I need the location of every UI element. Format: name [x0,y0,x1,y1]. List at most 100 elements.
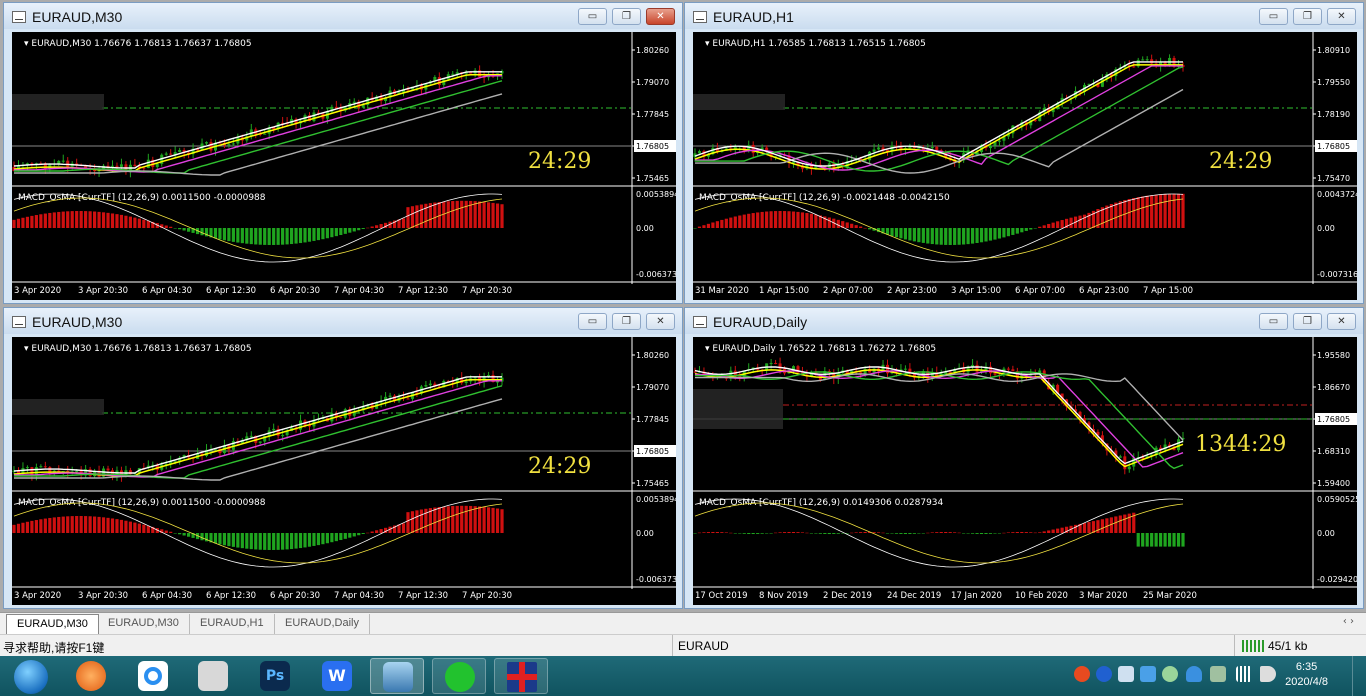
taskbar-app-1[interactable] [64,658,118,694]
candle-body [697,151,701,154]
taskbar-app-2[interactable] [126,658,180,694]
tray-wechat-icon[interactable] [1162,666,1178,682]
window-titlebar[interactable]: EURAUD,M30 ▭ ❐ ✕ [4,308,682,334]
tab-scroll-arrows[interactable]: ‹ › [1343,616,1354,627]
taskbar-wechat[interactable] [432,658,486,694]
tab-euraud-m30-2[interactable]: EURAUD,M30 [98,614,190,634]
restore-button[interactable]: ❐ [612,313,641,330]
close-button[interactable]: ✕ [1327,8,1356,25]
macd-histogram-bar [128,216,133,228]
price-axis-label: 1.80260 [636,46,669,55]
bar-timer-text: 24:29 [1209,149,1272,174]
candle-body [769,362,773,364]
close-button[interactable]: ✕ [646,313,675,330]
candle-body [119,164,123,167]
taskbar-uk-flag-app[interactable] [494,658,548,694]
macd-histogram-bar [1172,533,1176,547]
window-title: EURAUD,M30 [32,9,123,25]
minimize-button[interactable]: ▭ [1259,313,1288,330]
chart-header-text: ▾ EURAUD,M30 1.76676 1.76813 1.76637 1.7… [24,344,252,354]
camera-tool-icon [198,661,228,691]
tray-cube-icon[interactable] [1140,666,1156,682]
macd-histogram-bar [1060,527,1064,533]
window-titlebar[interactable]: EURAUD,Daily ▭ ❐ ✕ [685,308,1363,334]
macd-histogram-bar [715,532,719,533]
tray-shield-icon[interactable] [1186,666,1202,682]
taskbar-clock[interactable]: 6:35 2020/4/8 [1285,660,1328,690]
tray-security-icon[interactable] [1210,666,1226,682]
macd-histogram-bar [92,211,97,228]
chart-canvas[interactable]: ▾ EURAUD,Daily 1.76522 1.76813 1.76272 1… [693,337,1357,605]
show-desktop-button[interactable] [1352,656,1366,696]
macd-histogram-bar [1002,532,1006,534]
macd-histogram-bar [339,533,343,541]
macd-histogram-bar [312,228,316,241]
close-button[interactable]: ✕ [1327,313,1356,330]
macd-histogram-bar [245,533,249,549]
tray-sogou-icon[interactable] [1074,666,1090,682]
tab-euraud-daily[interactable]: EURAUD,Daily [275,614,370,634]
trading-terminal-icon [383,662,413,692]
taskbar-photoshop[interactable]: Ps [248,658,302,694]
minimize-button[interactable]: ▭ [578,8,607,25]
restore-button[interactable]: ❐ [612,8,641,25]
tray-volume-icon[interactable] [1260,666,1276,682]
bar-timer-text: 24:29 [528,149,591,174]
chart-window-euraud-m30-2[interactable]: EURAUD,M30 ▭ ❐ ✕ ▾ EURAUD,M30 1.76676 1.… [3,307,683,609]
macd-histogram-bar [908,228,912,241]
candle-body [57,160,61,164]
macd-histogram-bar [495,508,500,533]
bar-timer-text: 24:29 [528,454,591,479]
macd-histogram-bar [832,533,836,534]
macd-histogram-bar [88,516,92,533]
time-axis-label: 3 Apr 2020 [14,591,61,601]
restore-button[interactable]: ❐ [1293,8,1322,25]
candle-body [917,147,921,149]
macd-histogram-bar [1167,193,1172,228]
macd-histogram-bar [43,518,47,533]
close-button[interactable]: ✕ [646,8,675,25]
macd-histogram-bar [957,228,961,245]
taskbar-wps[interactable]: W [310,658,364,694]
macd-histogram-bar [890,533,894,534]
macd-histogram-bar [357,533,361,536]
price-axis-label: 1.75465 [636,479,669,488]
chart-canvas[interactable]: ▾ EURAUD,H1 1.76585 1.76813 1.76515 1.76… [693,32,1357,300]
candle-body [424,385,428,387]
tray-network-icon[interactable] [1118,666,1134,682]
macd-histogram-bar [352,228,356,232]
macd-histogram-bar [1176,533,1181,547]
chart-window-euraud-h1[interactable]: EURAUD,H1 ▭ ❐ ✕ ▾ EURAUD,H1 1.76585 1.76… [684,2,1364,304]
window-titlebar[interactable]: EURAUD,M30 ▭ ❐ ✕ [4,3,682,29]
tab-euraud-m30[interactable]: EURAUD,M30 [6,614,99,634]
chart-window-euraud-daily[interactable]: EURAUD,Daily ▭ ❐ ✕ ▾ EURAUD,Daily 1.7652… [684,307,1364,609]
macd-histogram-bar [169,226,173,228]
tray-help-icon[interactable] [1096,666,1112,682]
taskbar-mt4-active[interactable] [370,658,424,694]
chart-window-euraud-m30[interactable]: EURAUD,M30 ▭ ❐ ✕ ▾ EURAUD,M30 1.76676 1.… [3,2,683,304]
chart-canvas[interactable]: ▾ EURAUD,M30 1.76676 1.76813 1.76637 1.7… [12,337,676,605]
status-traffic: 45/1 kb [1268,639,1308,653]
macd-histogram-bar [693,228,697,229]
chart-canvas[interactable]: ▾ EURAUD,M30 1.76676 1.76813 1.76637 1.7… [12,32,676,300]
macd-axis-label: 0.00 [636,224,654,233]
minimize-button[interactable]: ▭ [1259,8,1288,25]
macd-histogram-bar [1132,198,1136,228]
macd-histogram-bar [267,533,271,550]
window-titlebar[interactable]: EURAUD,H1 ▭ ❐ ✕ [685,3,1363,29]
macd-histogram-bar [751,213,755,228]
macd-histogram-bar [724,532,728,533]
time-axis-label: 6 Apr 20:30 [270,286,320,296]
taskbar-app-3[interactable] [186,658,240,694]
tray-signal-icon[interactable] [1236,666,1252,682]
macd-axis-label: 0.0053894 [636,190,676,199]
candle-body [209,142,213,151]
start-button[interactable] [4,658,58,694]
restore-button[interactable]: ❐ [1293,313,1322,330]
tab-euraud-h1[interactable]: EURAUD,H1 [190,614,275,634]
price-axis-label: 1.78190 [1317,110,1350,119]
macd-histogram-bar [182,533,186,536]
macd-histogram-bar [769,211,773,228]
time-axis-label: 1 Apr 15:00 [759,286,809,296]
minimize-button[interactable]: ▭ [578,313,607,330]
